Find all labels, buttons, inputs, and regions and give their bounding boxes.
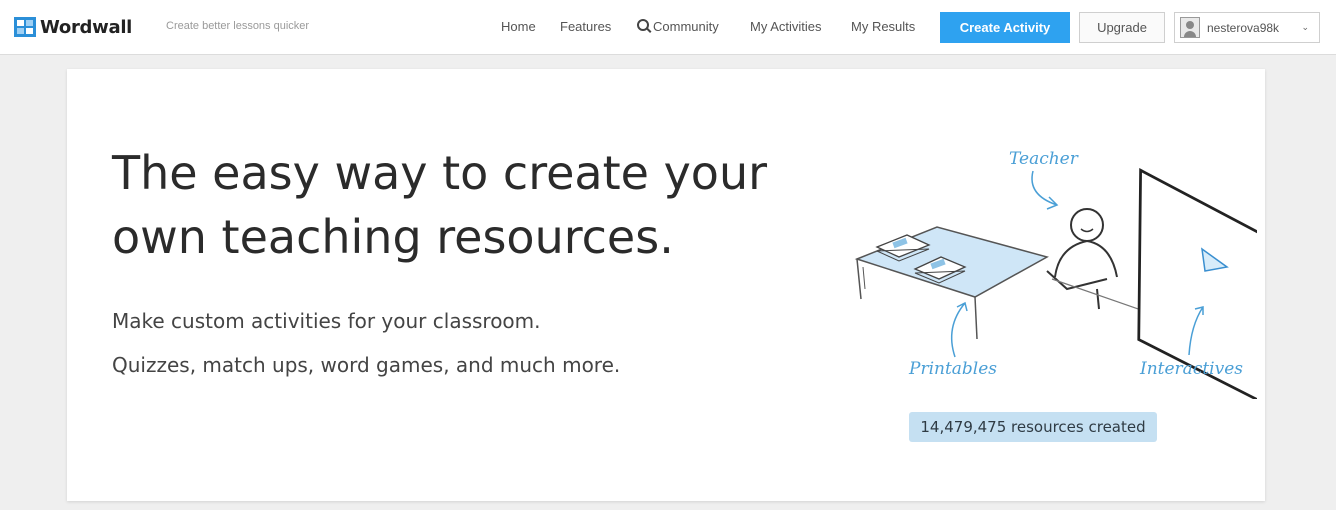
wordwall-logo[interactable]: Wordwall	[14, 16, 132, 38]
username: nesterova98k	[1207, 21, 1280, 35]
classroom-illustration: Teacher Printables Interactives	[854, 149, 1257, 399]
nav-home[interactable]: Home	[501, 19, 536, 34]
nav-features[interactable]: Features	[560, 19, 611, 34]
nav-my-results[interactable]: My Results	[851, 19, 915, 34]
resources-count-badge: 14,479,475 resources created	[909, 412, 1157, 442]
printables-label: Printables	[908, 359, 997, 379]
teacher-label: Teacher	[1009, 149, 1079, 169]
headline-line-2: own teaching resources.	[112, 210, 674, 264]
nav-community-label: Community	[653, 19, 719, 34]
hero-subtitle-2: Quizzes, match ups, word games, and much…	[112, 353, 621, 377]
wordwall-logo-icon	[14, 17, 36, 37]
nav-community[interactable]: Community	[637, 19, 719, 34]
headline-line-1: The easy way to create your	[112, 146, 768, 200]
chevron-down-icon: ⌄	[1301, 23, 1309, 33]
brand-name: Wordwall	[40, 16, 133, 38]
teacher-figure	[1046, 208, 1118, 310]
hero-card: The easy way to create your own teaching…	[67, 69, 1265, 501]
create-activity-button[interactable]: Create Activity	[940, 12, 1070, 43]
hero-headline: The easy way to create your own teaching…	[112, 141, 812, 269]
user-menu[interactable]: nesterova98k ⌄	[1174, 12, 1320, 43]
printables-arrow-icon	[950, 301, 968, 358]
top-navigation-bar: Wordwall Create better lessons quicker H…	[0, 0, 1336, 55]
interactives-label: Interactives	[1139, 359, 1243, 379]
hero-subtitle-1: Make custom activities for your classroo…	[112, 309, 541, 333]
avatar	[1180, 17, 1200, 38]
nav-my-activities[interactable]: My Activities	[750, 19, 822, 34]
search-icon	[637, 19, 649, 31]
tagline: Create better lessons quicker	[166, 20, 310, 32]
teacher-arrow-icon	[1031, 170, 1059, 210]
upgrade-button[interactable]: Upgrade	[1079, 12, 1165, 43]
